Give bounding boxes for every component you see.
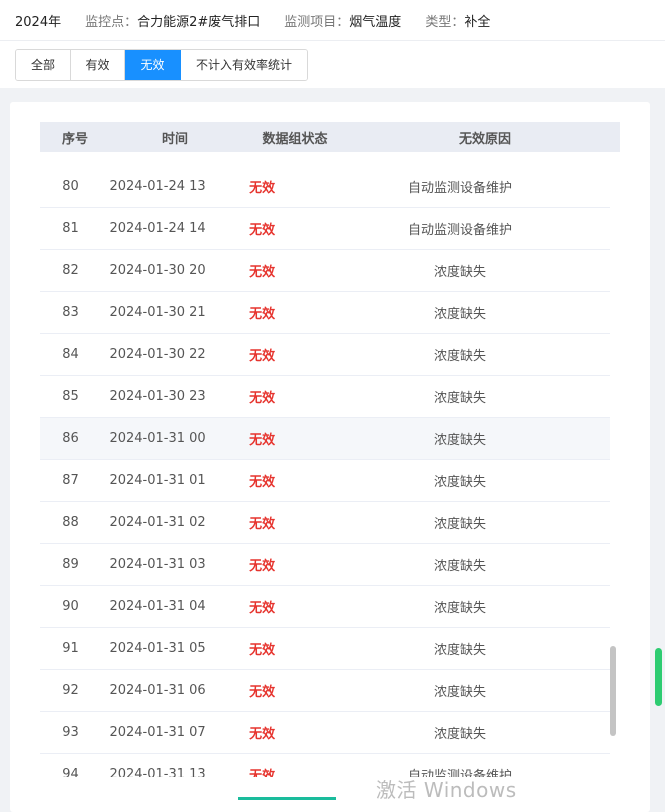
row-seq-cell: 85 (62, 389, 79, 404)
info-bar: 2024年 监控点： 合力能源2#废气排口 监测项目： 烟气温度 类型： 补全 (0, 0, 665, 40)
row-reason-cell: 浓度缺失 (433, 349, 486, 364)
table-row[interactable]: 82 2024-01-30 20 无效 浓度缺失 (40, 250, 610, 292)
row-reason-cell: 自动监测设备维护 (407, 223, 512, 238)
table-row[interactable]: 90 2024-01-31 04 无效 浓度缺失 (40, 586, 610, 628)
column-header-seq: 序号 (61, 131, 88, 147)
row-reason-cell: 浓度缺失 (433, 685, 486, 700)
row-seq-cell: 90 (62, 599, 79, 614)
filter-bar: 全部 有效 无效 不计入有效率统计 (0, 40, 665, 88)
row-seq-cell: 94 (62, 767, 79, 777)
row-status-cell: 无效 (249, 307, 276, 322)
row-reason-cell: 浓度缺失 (433, 643, 486, 658)
monitor-point-label: 监控点： (85, 14, 138, 30)
page-scrollbar[interactable] (655, 648, 662, 706)
monitor-item-label: 监测项目： (284, 14, 350, 30)
table-row[interactable]: 83 2024-01-30 21 无效 浓度缺失 (40, 292, 610, 334)
row-reason-cell: 浓度缺失 (433, 391, 486, 406)
table-row[interactable]: 85 2024-01-30 23 无效 浓度缺失 (40, 376, 610, 418)
row-reason-cell: 浓度缺失 (433, 265, 486, 280)
row-status-cell: 无效 (249, 517, 276, 532)
row-time-cell: 2024-01-30 21 (109, 305, 206, 320)
row-seq-cell: 84 (62, 347, 79, 362)
row-reason-cell: 浓度缺失 (433, 475, 486, 490)
row-status-cell: 无效 (249, 601, 276, 616)
row-seq-cell: 83 (62, 305, 79, 320)
row-time-cell: 2024-01-24 14 (109, 221, 206, 236)
row-seq-cell: 89 (62, 557, 79, 572)
table-scrollbar[interactable] (610, 646, 616, 736)
row-status-cell: 无效 (249, 727, 276, 742)
row-seq-cell: 80 (62, 179, 79, 194)
row-time-cell: 2024-01-31 01 (109, 473, 206, 488)
row-time-cell: 2024-01-24 13 (109, 179, 206, 194)
row-seq-cell: 81 (62, 221, 79, 236)
row-status-cell: 无效 (249, 391, 276, 406)
row-time-cell: 2024-01-31 06 (109, 683, 206, 698)
row-reason-cell: 浓度缺失 (433, 517, 486, 532)
row-seq-cell: 82 (62, 263, 79, 278)
column-header-status: 数据组状态 (262, 131, 328, 147)
monitor-item-value: 烟气温度 (349, 14, 402, 30)
row-seq-cell: 86 (62, 431, 79, 446)
table-row[interactable]: 94 2024-01-31 13 无效 自动监测设备维护 (40, 754, 610, 777)
row-status-cell: 无效 (249, 475, 276, 490)
row-status-cell: 无效 (249, 265, 276, 280)
row-seq-cell: 91 (62, 641, 79, 656)
row-time-cell: 2024-01-31 03 (109, 557, 206, 572)
table-card: 序号 时间 数据组状态 无效原因 80 2024-01-24 13 无效 自动监测设备… (10, 102, 650, 812)
row-reason-cell: 自动监测设备维护 (407, 181, 512, 196)
column-header-reason: 无效原因 (458, 131, 511, 147)
table-row[interactable]: 87 2024-01-31 01 无效 浓度缺失 (40, 460, 610, 502)
table-row[interactable]: 92 2024-01-31 06 无效 浓度缺失 (40, 670, 610, 712)
monitor-point-value: 合力能源2#废气排口 (137, 14, 261, 30)
row-time-cell: 2024-01-31 02 (109, 515, 206, 530)
row-seq-cell: 87 (62, 473, 79, 488)
table-row[interactable]: 84 2024-01-30 22 无效 浓度缺失 (40, 334, 610, 376)
row-seq-cell: 93 (62, 725, 79, 740)
row-reason-cell: 浓度缺失 (433, 307, 486, 322)
row-status-cell: 无效 (249, 223, 276, 238)
type-label: 类型： (425, 14, 465, 30)
windows-activation-watermark: 激活 Windows (376, 778, 517, 802)
row-time-cell: 2024-01-30 22 (109, 347, 206, 362)
table-row[interactable]: 89 2024-01-31 03 无效 浓度缺失 (40, 544, 610, 586)
row-status-cell: 无效 (249, 181, 276, 196)
table-row[interactable]: 91 2024-01-31 05 无效 浓度缺失 (40, 628, 610, 670)
row-seq-cell: 92 (62, 683, 79, 698)
row-time-cell: 2024-01-31 05 (109, 641, 206, 656)
table-body[interactable]: 80 2024-01-24 13 无效 自动监测设备维护 81 2024-01-24 14… (40, 152, 610, 777)
row-time-cell: 2024-01-31 00 (109, 431, 206, 446)
tab-excluded[interactable]: 不计入有效率统计 (181, 50, 307, 80)
column-header-time: 时间 (161, 131, 188, 147)
table-header: 序号 时间 数据组状态 无效原因 (40, 122, 620, 152)
row-time-cell: 2024-01-31 13 (109, 767, 206, 777)
type-value: 补全 (464, 14, 491, 30)
table-row[interactable]: 86 2024-01-31 00 无效 浓度缺失 (40, 418, 610, 460)
row-time-cell: 2024-01-30 23 (109, 389, 206, 404)
tab-valid[interactable]: 有效 (71, 50, 125, 80)
row-reason-cell: 浓度缺失 (433, 601, 486, 616)
row-reason-cell: 浓度缺失 (433, 433, 486, 448)
row-status-cell: 无效 (249, 433, 276, 448)
table-row[interactable]: 81 2024-01-24 14 无效 自动监测设备维护 (40, 208, 610, 250)
row-time-cell: 2024-01-30 20 (109, 263, 206, 278)
filter-tabs: 全部 有效 无效 不计入有效率统计 (15, 49, 308, 81)
row-reason-cell: 浓度缺失 (433, 727, 486, 742)
row-seq-cell: 88 (62, 515, 79, 530)
row-status-cell: 无效 (249, 559, 276, 574)
table-row[interactable]: 80 2024-01-24 13 无效 自动监测设备维护 (40, 166, 610, 208)
row-status-cell: 无效 (249, 685, 276, 700)
row-time-cell: 2024-01-31 07 (109, 725, 206, 740)
row-status-cell: 无效 (249, 769, 276, 777)
row-reason-cell: 浓度缺失 (433, 559, 486, 574)
row-status-cell: 无效 (249, 349, 276, 364)
year-label: 2024年 (15, 14, 62, 30)
table-row[interactable]: 88 2024-01-31 02 无效 浓度缺失 (40, 502, 610, 544)
tab-invalid[interactable]: 无效 (125, 50, 181, 80)
row-time-cell: 2024-01-31 04 (109, 599, 206, 614)
table-row[interactable]: 93 2024-01-31 07 无效 浓度缺失 (40, 712, 610, 754)
row-status-cell: 无效 (249, 643, 276, 658)
tab-all[interactable]: 全部 (16, 50, 71, 80)
